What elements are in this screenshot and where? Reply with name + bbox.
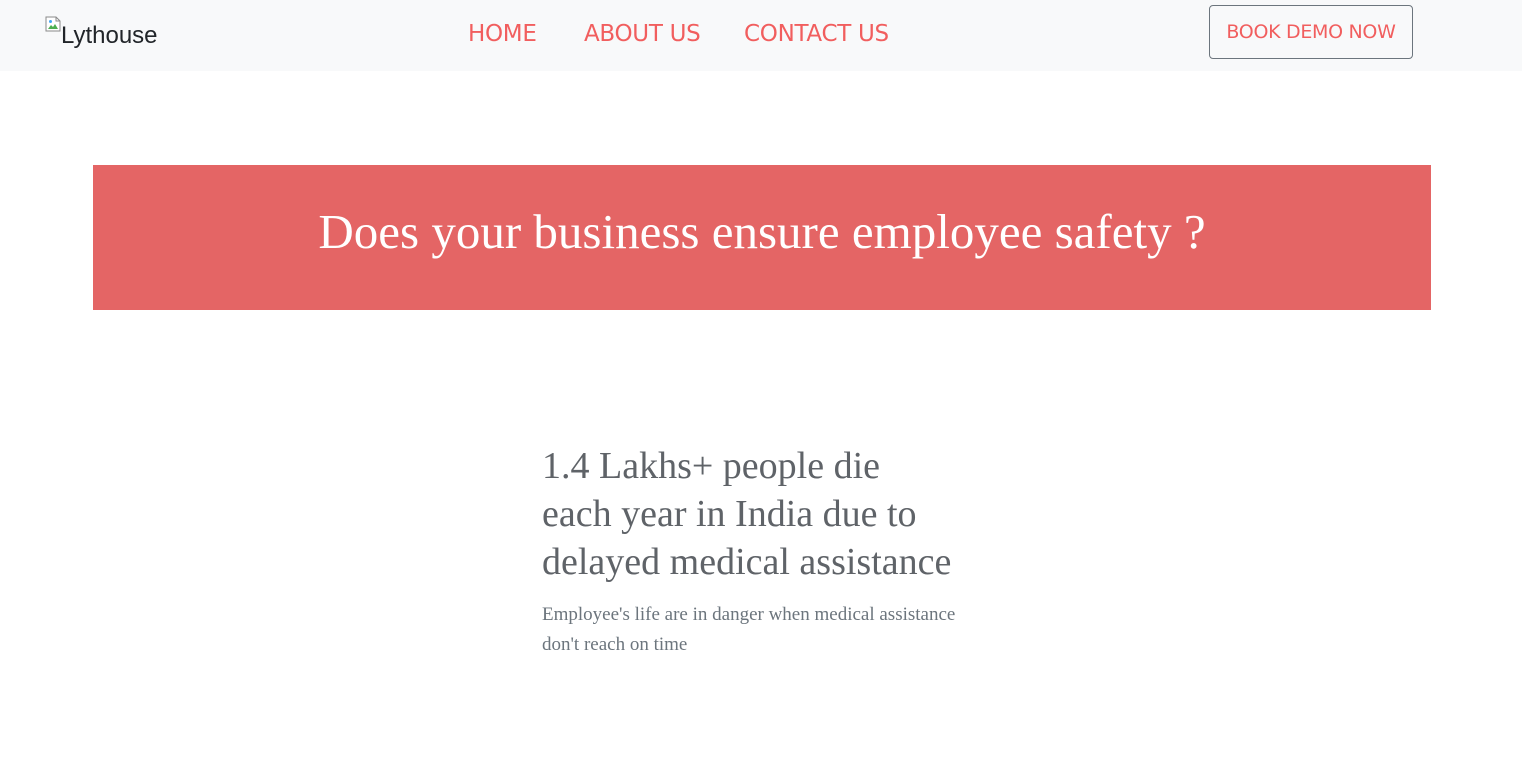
book-demo-button[interactable]: BOOK DEMO NOW	[1209, 5, 1413, 59]
logo-alt-text: Lythouse	[61, 22, 158, 49]
nav-link-about-us[interactable]: ABOUT US	[584, 19, 701, 49]
nav-link-contact-us[interactable]: CONTACT US	[744, 19, 889, 49]
stat-heading-line: each year in India due to	[542, 493, 917, 535]
broken-image-icon	[45, 16, 61, 32]
stat-description-line: Employee's life are in danger when medic…	[542, 604, 956, 625]
navbar: Lythouse HOME ABOUT US CONTACT US BOOK D…	[0, 0, 1522, 71]
stat-description: Employee's life are in danger when medic…	[542, 600, 992, 660]
logo-link[interactable]: Lythouse	[45, 16, 158, 56]
banner-title: Does your business ensure employee safet…	[318, 204, 1206, 259]
stat-description-line: don't reach on time	[542, 634, 688, 655]
stat-heading-line: delayed medical assistance	[542, 541, 952, 583]
nav-link-home[interactable]: HOME	[468, 19, 537, 49]
stat-section: 1.4 Lakhs+ people die each year in India…	[542, 442, 992, 660]
safety-banner: Does your business ensure employee safet…	[93, 165, 1431, 310]
stat-heading-line: 1.4 Lakhs+ people die	[542, 445, 881, 487]
stat-heading: 1.4 Lakhs+ people die each year in India…	[542, 442, 992, 586]
